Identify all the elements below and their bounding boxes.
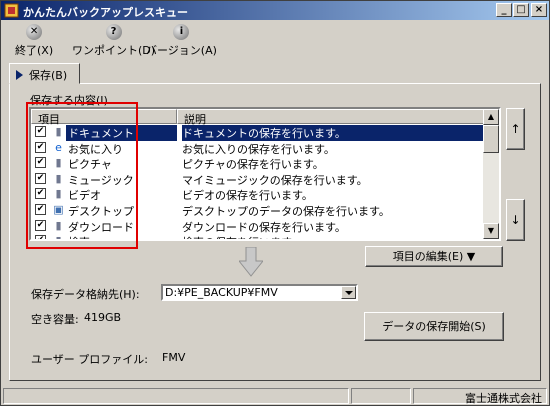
exit-button[interactable]: ✕ 終了(X) [15, 24, 53, 58]
scroll-down-button[interactable]: ▼ [483, 223, 499, 239]
close-button[interactable]: × [531, 3, 547, 17]
highlight-box [26, 102, 138, 249]
status-bar: 富士通株式会社 [1, 387, 549, 405]
move-up-button[interactable]: ↑ [506, 108, 525, 150]
item-description: ビデオの保存を行います。 [182, 189, 313, 203]
toolbar: ✕ 終了(X) ? ワンポイント(D) i バージョン(A) [1, 21, 549, 61]
dropdown-button[interactable] [341, 286, 356, 299]
column-header-description[interactable]: 説明 [177, 109, 485, 126]
window-title: かんたんバックアップレスキュー [23, 6, 188, 19]
item-description: マイミュージックの保存を行います。 [182, 173, 368, 187]
item-description: デスクトップのデータの保存を行います。 [182, 204, 390, 218]
item-description: ドキュメントの保存を行います。 [182, 125, 485, 141]
tab-save-label: 保存(B) [29, 69, 68, 82]
exit-label: 終了(X) [15, 44, 54, 57]
app-icon [4, 3, 19, 18]
scroll-thumb[interactable] [483, 125, 499, 153]
arrow-right-icon [16, 70, 23, 80]
item-description: ピクチャの保存を行います。 [182, 158, 324, 172]
edit-items-button[interactable]: 項目の編集(E) ▼ [365, 246, 503, 267]
start-save-button[interactable]: データの保存開始(S) [364, 312, 504, 341]
list-scrollbar[interactable]: ▲ ▼ [483, 109, 499, 239]
status-pane-2 [351, 388, 411, 404]
item-description: ダウンロードの保存を行います。 [182, 220, 346, 234]
scroll-up-button[interactable]: ▲ [483, 109, 499, 125]
maximize-button[interactable]: □ [513, 3, 529, 17]
tab-save[interactable]: 保存(B) [9, 63, 80, 84]
status-pane-1 [3, 388, 349, 404]
app-window: かんたんバックアップレスキュー _ □ × ✕ 終了(X) ? ワンポイント(D… [0, 0, 550, 406]
down-arrow-icon [239, 247, 263, 277]
destination-value: D:¥PE_BACKUP¥FMV [165, 286, 278, 299]
user-profile-value: FMV [162, 351, 186, 364]
company-name: 富士通株式会社 [413, 388, 547, 405]
item-description: お気に入りの保存を行います。 [182, 142, 335, 156]
title-bar[interactable]: かんたんバックアップレスキュー _ □ × [1, 1, 549, 20]
minimize-button[interactable]: _ [496, 3, 512, 17]
free-space-label: 空き容量: [31, 313, 79, 326]
exit-icon: ✕ [26, 24, 43, 40]
version-button[interactable]: i バージョン(A) [146, 24, 217, 58]
chevron-down-icon [345, 291, 353, 295]
version-label: バージョン(A) [146, 44, 217, 57]
move-down-button[interactable]: ↓ [506, 199, 525, 241]
destination-label: 保存データ格納先(H): [31, 288, 140, 301]
free-space-value: 419GB [84, 311, 122, 324]
onepoint-label: ワンポイント(D) [72, 44, 156, 57]
item-description: 検索の保存を行います。 [182, 234, 302, 239]
destination-select[interactable]: D:¥PE_BACKUP¥FMV [161, 284, 358, 301]
help-icon: ? [105, 24, 122, 40]
user-profile-label: ユーザー プロファイル: [31, 353, 148, 366]
onepoint-button[interactable]: ? ワンポイント(D) [72, 24, 155, 58]
info-icon: i [173, 24, 190, 40]
